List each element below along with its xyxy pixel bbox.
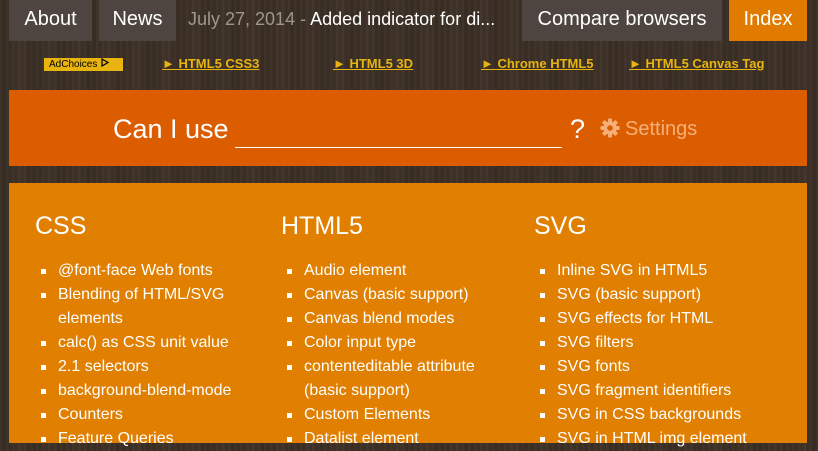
search-label: Can I use	[113, 114, 229, 144]
gear-icon	[600, 118, 620, 144]
feature-link[interactable]: SVG fragment identifiers	[534, 379, 774, 403]
news-date: July 27, 2014 -	[188, 9, 311, 29]
feature-link[interactable]: SVG in HTML img element	[534, 427, 774, 451]
feature-link[interactable]: contenteditable attribute (basic support…	[281, 355, 521, 403]
feature-link[interactable]: SVG fonts	[534, 355, 774, 379]
svg-feature-list: Inline SVG in HTML5 SVG (basic support) …	[534, 259, 774, 451]
settings-label: Settings	[625, 118, 698, 140]
feature-link[interactable]: Counters	[35, 403, 275, 427]
feature-link[interactable]: Color input type	[281, 331, 521, 355]
feature-link[interactable]: 2.1 selectors	[35, 355, 275, 379]
nav-news-button[interactable]: News	[99, 0, 176, 41]
nav-about-button[interactable]: About	[9, 0, 92, 41]
css-column: CSS @font-face Web fonts Blending of HTM…	[35, 211, 275, 451]
news-ticker[interactable]: July 27, 2014 - Added indicator for di..…	[188, 0, 513, 41]
feature-link[interactable]: SVG (basic support)	[534, 283, 774, 307]
html5-feature-list: Audio element Canvas (basic support) Can…	[281, 259, 521, 451]
feature-link[interactable]: calc() as CSS unit value	[35, 331, 275, 355]
feature-link[interactable]: Inline SVG in HTML5	[534, 259, 774, 283]
feature-link[interactable]: Canvas (basic support)	[281, 283, 521, 307]
adchoices-icon	[101, 57, 110, 71]
ad-link-html5-css3[interactable]: ► HTML5 CSS3	[162, 56, 259, 71]
feature-link[interactable]: Feature Queries	[35, 427, 275, 451]
nav-compare-browsers-button[interactable]: Compare browsers	[522, 0, 722, 41]
feature-link[interactable]: Datalist element	[281, 427, 521, 451]
feature-link[interactable]: @font-face Web fonts	[35, 259, 275, 283]
ad-link-html5-canvas-tag[interactable]: ► HTML5 Canvas Tag	[629, 56, 764, 71]
svg-heading: SVG	[534, 212, 587, 240]
adchoices-label: AdChoices	[49, 59, 98, 70]
svg-column: SVG Inline SVG in HTML5 SVG (basic suppo…	[534, 211, 774, 451]
search-panel: Can I use ? Settings	[9, 90, 807, 166]
feature-link[interactable]: Custom Elements	[281, 403, 521, 427]
html5-heading: HTML5	[281, 212, 363, 240]
feature-link[interactable]: SVG in CSS backgrounds	[534, 403, 774, 427]
feature-link[interactable]: SVG filters	[534, 331, 774, 355]
html5-column: HTML5 Audio element Canvas (basic suppor…	[281, 211, 521, 451]
features-panel: CSS @font-face Web fonts Blending of HTM…	[9, 183, 807, 447]
nav-index-button[interactable]: Index	[729, 0, 807, 41]
help-question-mark[interactable]: ?	[570, 114, 585, 145]
settings-button[interactable]: Settings	[600, 118, 697, 144]
ad-link-chrome-html5[interactable]: ► Chrome HTML5	[481, 56, 594, 71]
adchoices-badge[interactable]: AdChoices	[44, 57, 123, 71]
feature-link[interactable]: Canvas blend modes	[281, 307, 521, 331]
feature-link[interactable]: background-blend-mode	[35, 379, 275, 403]
feature-link[interactable]: Audio element	[281, 259, 521, 283]
feature-link[interactable]: Blending of HTML/SVG elements	[35, 283, 275, 331]
ad-link-html5-3d[interactable]: ► HTML5 3D	[333, 56, 413, 71]
feature-link[interactable]: SVG effects for HTML	[534, 307, 774, 331]
top-navigation: About News July 27, 2014 - Added indicat…	[0, 0, 818, 41]
css-heading: CSS	[35, 212, 87, 240]
search-input[interactable]	[235, 113, 562, 148]
css-feature-list: @font-face Web fonts Blending of HTML/SV…	[35, 259, 275, 451]
news-headline[interactable]: Added indicator for di...	[310, 9, 495, 29]
